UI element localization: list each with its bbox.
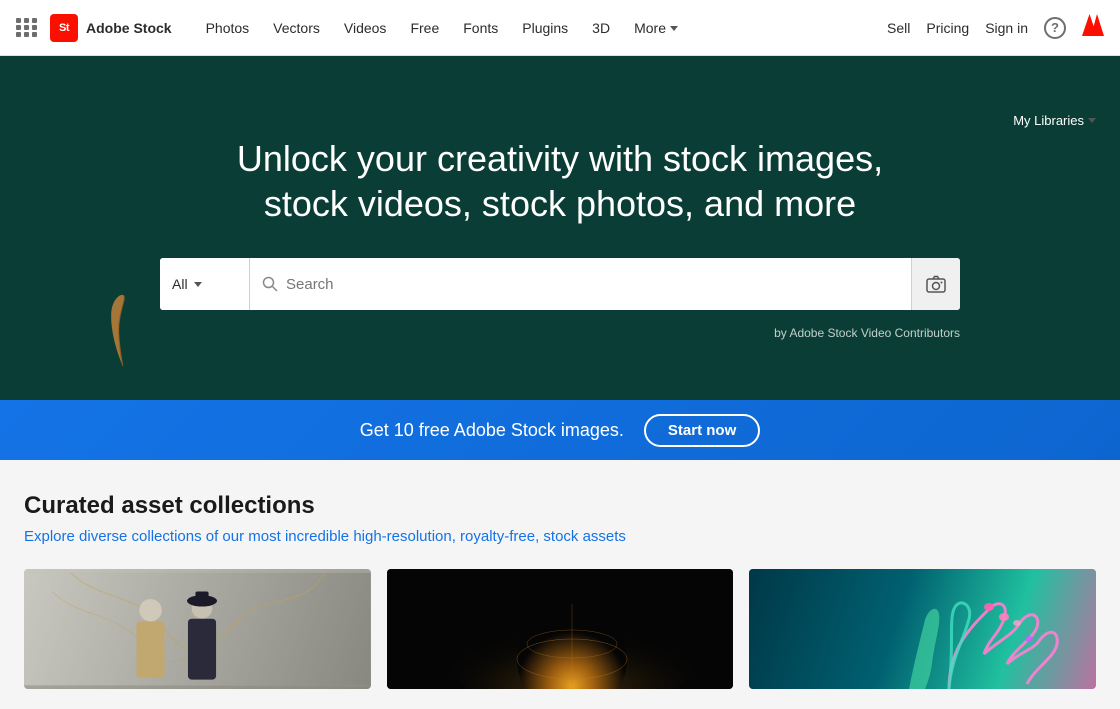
card-1-image xyxy=(24,569,371,689)
nav-link-free[interactable]: Free xyxy=(400,0,449,56)
hero-attribution: by Adobe Stock Video Contributors xyxy=(0,326,1120,340)
nav-links: Photos Vectors Videos Free Fonts Plugins… xyxy=(196,0,688,56)
nav-link-fonts[interactable]: Fonts xyxy=(453,0,508,56)
promo-banner: Get 10 free Adobe Stock images. Start no… xyxy=(0,400,1120,460)
camera-search-button[interactable] xyxy=(911,258,960,310)
card-3-image xyxy=(749,569,1096,689)
chevron-down-icon xyxy=(1088,118,1096,123)
search-category-label: All xyxy=(172,276,188,292)
start-now-button[interactable]: Start now xyxy=(644,414,760,447)
logo-badge: St xyxy=(50,14,78,42)
my-libraries-button[interactable]: My Libraries xyxy=(1013,113,1096,128)
nav-link-3d[interactable]: 3D xyxy=(582,0,620,56)
collections-subtitle: Explore diverse collections of our most … xyxy=(24,528,1096,545)
collections-title: Curated asset collections xyxy=(24,492,1096,520)
nav-link-plugins[interactable]: Plugins xyxy=(512,0,578,56)
my-libraries-bar: My Libraries xyxy=(0,104,1120,136)
collection-card-2[interactable] xyxy=(387,569,734,689)
hero-title: Unlock your creativity with stock images… xyxy=(180,136,940,226)
nav-pricing-link[interactable]: Pricing xyxy=(926,20,969,36)
adobe-icon[interactable] xyxy=(1082,14,1104,42)
nav-link-more[interactable]: More xyxy=(624,0,688,56)
nav-right: Sell Pricing Sign in ? xyxy=(887,14,1104,42)
search-icon xyxy=(262,276,278,292)
nav-link-photos[interactable]: Photos xyxy=(196,0,260,56)
card-2-image xyxy=(387,569,734,689)
adobe-stock-logo[interactable]: St Adobe Stock xyxy=(50,14,172,42)
collection-card-3[interactable] xyxy=(749,569,1096,689)
nav-sell-link[interactable]: Sell xyxy=(887,20,910,36)
search-input[interactable] xyxy=(286,276,899,293)
chevron-down-icon xyxy=(194,282,202,287)
camera-icon xyxy=(926,275,946,293)
search-bar: All xyxy=(160,258,960,310)
hero-section: My Libraries Unlock your creativity with… xyxy=(0,56,1120,400)
chevron-down-icon xyxy=(670,26,678,31)
search-input-wrap xyxy=(250,276,911,293)
help-icon[interactable]: ? xyxy=(1044,17,1066,39)
promo-text: Get 10 free Adobe Stock images. xyxy=(360,420,624,441)
nav-link-vectors[interactable]: Vectors xyxy=(263,0,330,56)
apps-grid-icon[interactable] xyxy=(16,18,38,37)
search-category-select[interactable]: All xyxy=(160,258,250,310)
collections-grid xyxy=(24,569,1096,689)
hero-content: Unlock your creativity with stock images… xyxy=(0,136,1120,310)
main-nav: St Adobe Stock Photos Vectors Videos Fre… xyxy=(0,0,1120,56)
collections-section: Curated asset collections Explore divers… xyxy=(0,460,1120,709)
collection-card-1[interactable] xyxy=(24,569,371,689)
nav-signin-link[interactable]: Sign in xyxy=(985,20,1028,36)
logo-text: Adobe Stock xyxy=(86,20,172,36)
nav-link-videos[interactable]: Videos xyxy=(334,0,397,56)
